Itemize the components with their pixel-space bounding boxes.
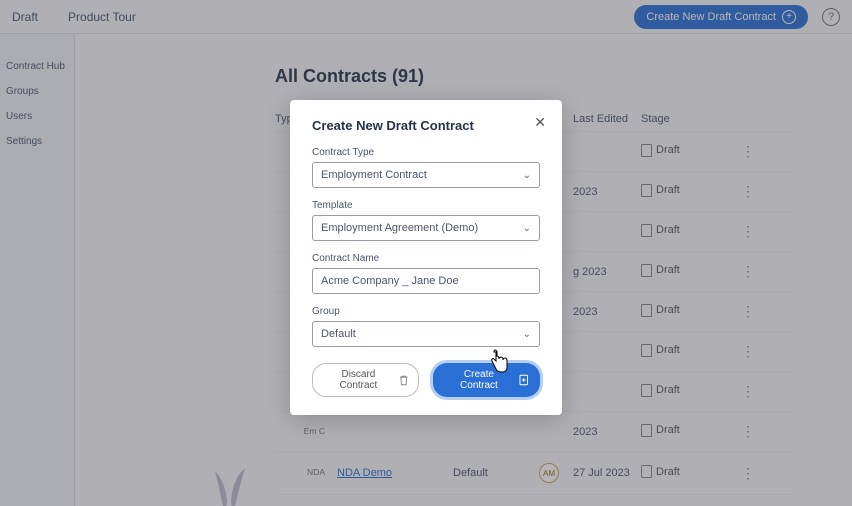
- contract-type-select[interactable]: Employment Contract ⌄: [312, 162, 540, 188]
- discard-label: Discard Contract: [323, 369, 394, 391]
- modal-title: Create New Draft Contract: [312, 118, 540, 133]
- chevron-down-icon: ⌄: [523, 329, 531, 340]
- close-icon[interactable]: ✕: [534, 114, 546, 131]
- document-plus-icon: [519, 374, 529, 386]
- modal-overlay: Create New Draft Contract ✕ Contract Typ…: [0, 0, 852, 506]
- discard-contract-button[interactable]: Discard Contract: [312, 363, 419, 397]
- label-contract-name: Contract Name: [312, 253, 540, 264]
- group-select[interactable]: Default ⌄: [312, 321, 540, 347]
- template-select[interactable]: Employment Agreement (Demo) ⌄: [312, 215, 540, 241]
- group-value: Default: [321, 328, 356, 340]
- create-contract-button[interactable]: Create Contract: [433, 363, 540, 397]
- create-label: Create Contract: [445, 369, 512, 391]
- chevron-down-icon: ⌄: [523, 170, 531, 181]
- template-value: Employment Agreement (Demo): [321, 222, 478, 234]
- label-contract-type: Contract Type: [312, 147, 540, 158]
- contract-name-input[interactable]: [312, 268, 540, 294]
- trash-icon: [399, 374, 409, 386]
- chevron-down-icon: ⌄: [523, 223, 531, 234]
- label-template: Template: [312, 200, 540, 211]
- label-group: Group: [312, 306, 540, 317]
- create-contract-modal: Create New Draft Contract ✕ Contract Typ…: [290, 100, 562, 415]
- contract-type-value: Employment Contract: [321, 169, 427, 181]
